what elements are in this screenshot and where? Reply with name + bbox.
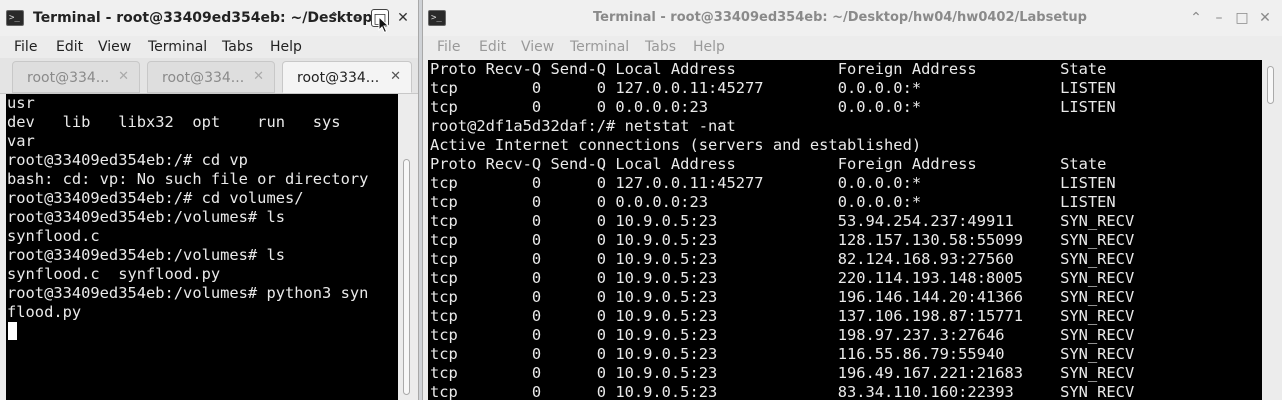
- terminal-line: tcp 0 0 10.9.0.5:23 116.55.86.79:55940 S…: [430, 345, 1135, 363]
- scrollbar-thumb[interactable]: [1267, 66, 1274, 104]
- terminal-line: synflood.c synflood.py: [7, 265, 221, 283]
- terminal-window-left[interactable]: >_ Terminal - root@33409ed354eb: ~/Deskt…: [0, 0, 419, 400]
- terminal-line: tcp 0 0 10.9.0.5:23 83.34.110.160:22393 …: [430, 383, 1135, 400]
- terminal-line: tcp 0 0 10.9.0.5:23 196.49.167.221:21683…: [430, 364, 1135, 382]
- terminal-line: Active Internet connections (servers and…: [430, 136, 922, 154]
- menu-help[interactable]: Help: [693, 39, 725, 55]
- terminal-line: tcp 0 0 10.9.0.5:23 53.94.254.237:49911 …: [430, 212, 1135, 230]
- terminal-line: bash: cd: vp: No such file or directory: [7, 170, 369, 188]
- terminal-line: root@2df1a5d32daf:/# netstat -nat: [430, 117, 736, 135]
- terminal-line: usr: [7, 94, 35, 112]
- terminal-line: tcp 0 0 10.9.0.5:23 196.146.144.20:41366…: [430, 288, 1135, 306]
- menu-bar: File Edit View Terminal Tabs Help: [0, 36, 418, 58]
- terminal-line: tcp 0 0 10.9.0.5:23 220.114.193.148:8005…: [430, 269, 1135, 287]
- terminal-line: tcp 0 0 10.9.0.5:23 128.157.130.58:55099…: [430, 231, 1135, 249]
- minimize-button[interactable]: –: [1210, 9, 1228, 27]
- menu-edit[interactable]: Edit: [479, 39, 506, 55]
- terminal-line: tcp 0 0 127.0.0.11:45277 0.0.0.0:* LISTE…: [430, 79, 1116, 97]
- terminal-line: root@33409ed354eb:/# cd vp: [7, 151, 248, 169]
- terminal-line: synflood.c: [7, 227, 100, 245]
- menu-tabs[interactable]: Tabs: [645, 39, 676, 55]
- terminal-line: dev lib libx32 opt run sys: [7, 113, 341, 131]
- terminal-output[interactable]: Proto Recv-Q Send-Q Local Address Foreig…: [428, 60, 1262, 400]
- menu-tabs[interactable]: Tabs: [222, 39, 253, 55]
- terminal-line: tcp 0 0 10.9.0.5:23 198.97.237.3:27646 S…: [430, 326, 1135, 344]
- text-cursor: [8, 322, 17, 340]
- terminal-line: Proto Recv-Q Send-Q Local Address Foreig…: [430, 60, 1107, 78]
- tab-bar: root@334... ✕ root@334... ✕ root@334... …: [0, 58, 418, 94]
- vertical-scrollbar[interactable]: [1262, 60, 1280, 400]
- menu-bar: File Edit View Terminal Tabs Help: [423, 36, 1282, 58]
- terminal-line: var: [7, 132, 35, 150]
- shade-button[interactable]: ⌃: [325, 9, 343, 27]
- close-button[interactable]: ✕: [1256, 9, 1274, 27]
- tab-close-icon[interactable]: ✕: [253, 69, 264, 84]
- terminal-line: tcp 0 0 0.0.0.0:23 0.0.0.0:* LISTEN: [430, 98, 1116, 116]
- terminal-window-right[interactable]: >_ Terminal - root@33409ed354eb: ~/Deskt…: [422, 0, 1282, 400]
- close-button[interactable]: ✕: [394, 9, 412, 27]
- menu-help[interactable]: Help: [270, 39, 302, 55]
- terminal-app-icon: >_: [428, 10, 446, 26]
- tab-label: root@334...: [162, 70, 245, 86]
- terminal-line: tcp 0 0 0.0.0.0:23 0.0.0.0:* LISTEN: [430, 193, 1116, 211]
- menu-edit[interactable]: Edit: [56, 39, 83, 55]
- terminal-line: flood.py: [7, 303, 82, 321]
- menu-file[interactable]: File: [437, 39, 460, 55]
- tab-close-icon[interactable]: ✕: [118, 69, 129, 84]
- minimize-button[interactable]: –: [348, 9, 366, 27]
- shade-button[interactable]: ⌃: [1187, 9, 1205, 27]
- mouse-pointer-icon: [378, 16, 390, 34]
- title-bar[interactable]: >_ Terminal - root@33409ed354eb: ~/Deskt…: [423, 0, 1282, 36]
- maximize-button[interactable]: □: [1233, 9, 1251, 27]
- terminal-line: tcp 0 0 10.9.0.5:23 137.106.198.87:15771…: [430, 307, 1135, 325]
- terminal-line: tcp 0 0 127.0.0.11:45277 0.0.0.0:* LISTE…: [430, 174, 1116, 192]
- menu-view[interactable]: View: [521, 39, 554, 55]
- scrollbar-thumb[interactable]: [403, 159, 410, 395]
- tab-label: root@334...: [297, 70, 380, 86]
- tab-3-active[interactable]: root@334... ✕: [282, 61, 412, 93]
- terminal-line: Proto Recv-Q Send-Q Local Address Foreig…: [430, 155, 1107, 173]
- terminal-line: root@33409ed354eb:/# cd volumes/: [7, 189, 304, 207]
- menu-terminal[interactable]: Terminal: [570, 39, 629, 55]
- title-bar[interactable]: >_ Terminal - root@33409ed354eb: ~/Deskt…: [0, 0, 418, 36]
- terminal-line: root@33409ed354eb:/volumes# ls: [7, 208, 285, 226]
- tab-label: root@334...: [27, 70, 110, 86]
- terminal-line: root@33409ed354eb:/volumes# ls: [7, 246, 285, 264]
- menu-terminal[interactable]: Terminal: [148, 39, 207, 55]
- vertical-scrollbar[interactable]: [398, 94, 415, 400]
- terminal-app-icon: >_: [6, 10, 24, 26]
- tab-close-icon[interactable]: ✕: [390, 69, 401, 84]
- terminal-line: tcp 0 0 10.9.0.5:23 82.124.168.93:27560 …: [430, 250, 1135, 268]
- tab-1[interactable]: root@334... ✕: [12, 61, 140, 93]
- menu-file[interactable]: File: [14, 39, 37, 55]
- menu-view[interactable]: View: [98, 39, 131, 55]
- tab-2[interactable]: root@334... ✕: [147, 61, 275, 93]
- terminal-line: root@33409ed354eb:/volumes# python3 syn: [7, 284, 369, 302]
- window-title: Terminal - root@33409ed354eb: ~/Desktop: [33, 10, 373, 26]
- window-title: Terminal - root@33409ed354eb: ~/Desktop/…: [593, 10, 1087, 25]
- terminal-output[interactable]: usr dev lib libx32 opt run sys var root@…: [6, 94, 398, 400]
